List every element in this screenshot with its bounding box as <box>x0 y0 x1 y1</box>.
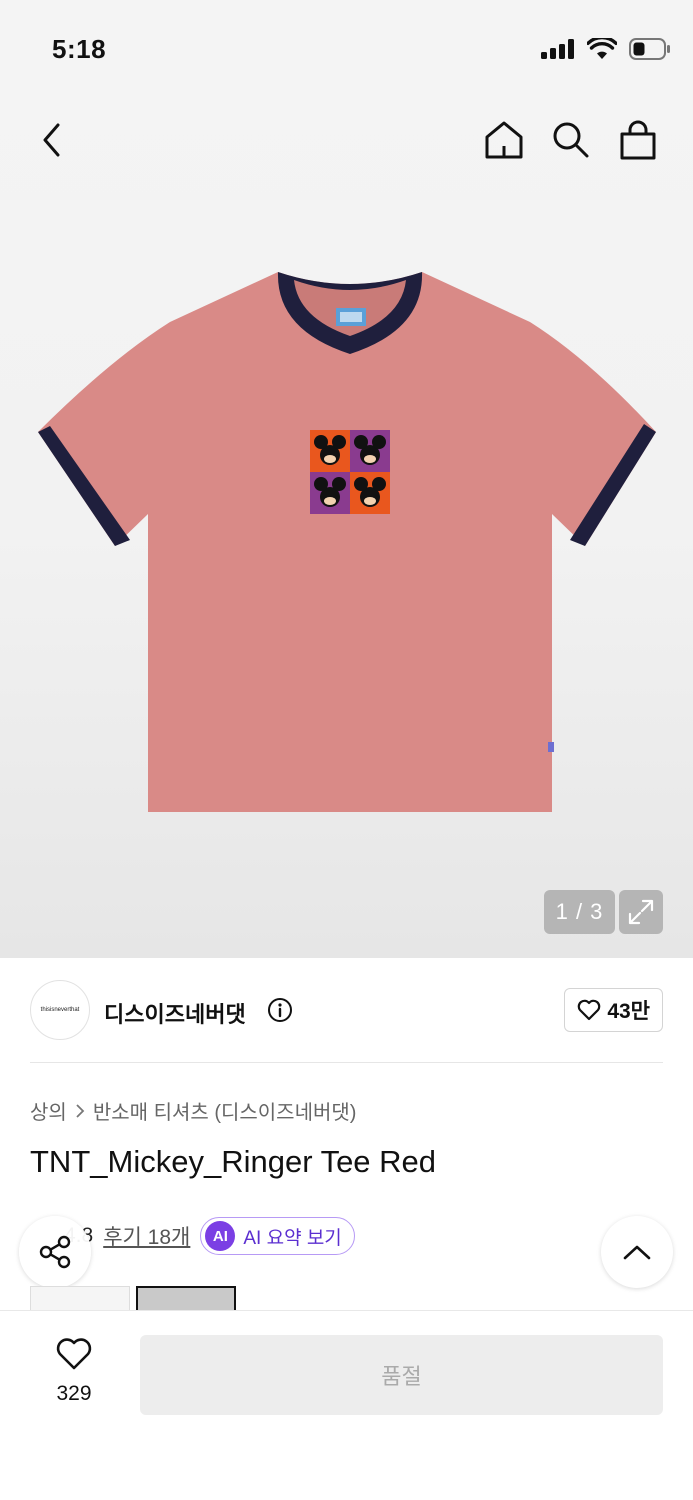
share-icon <box>39 1235 71 1269</box>
chevron-right-icon <box>76 1103 85 1118</box>
status-bar: 5:18 <box>0 0 693 100</box>
product-title: TNT_Mickey_Ringer Tee Red <box>30 1144 437 1179</box>
brand-like-button[interactable]: 43만 <box>564 988 663 1032</box>
color-option-thumbnails <box>30 1286 236 1310</box>
wishlist-count: 329 <box>56 1382 92 1405</box>
search-icon <box>553 122 589 158</box>
breadcrumb: 상의 반소매 티셔츠 (디스이즈네버댓) <box>30 1096 356 1125</box>
brand-logo-text: thisisneverthat <box>40 1007 80 1013</box>
home-icon <box>485 121 523 159</box>
image-counter: 1 / 3 <box>544 890 615 934</box>
home-button[interactable] <box>482 118 526 162</box>
ai-summary-button[interactable]: AI AI 요약 보기 <box>200 1217 355 1255</box>
divider <box>30 1062 663 1063</box>
info-icon <box>268 998 292 1022</box>
ai-summary-label: AI 요약 보기 <box>243 1227 342 1249</box>
heart-icon <box>56 1338 92 1370</box>
top-navigation <box>0 108 693 172</box>
search-button[interactable] <box>549 118 593 162</box>
chevron-up-icon <box>623 1245 651 1260</box>
scroll-to-top-button[interactable] <box>601 1216 673 1288</box>
back-button[interactable] <box>30 118 74 162</box>
brand-row: thisisneverthat 디스이즈네버댓 43만 <box>30 980 663 1042</box>
shopping-bag-icon <box>620 120 656 160</box>
color-option-thumbnail-selected[interactable] <box>136 1286 236 1310</box>
share-button[interactable] <box>19 1216 91 1288</box>
bottom-action-bar: 329 품절 <box>0 1310 693 1500</box>
breadcrumb-category[interactable]: 상의 <box>30 1096 67 1125</box>
ai-badge: AI <box>205 1221 236 1251</box>
wishlist-button[interactable]: 329 <box>40 1337 108 1406</box>
chevron-left-icon <box>43 123 60 157</box>
cellular-signal-icon <box>541 39 574 59</box>
cart-button[interactable] <box>616 118 660 162</box>
status-icons <box>541 38 671 60</box>
brand-name[interactable]: 디스이즈네버댓 <box>104 997 246 1029</box>
breadcrumb-subcategory[interactable]: 반소매 티셔츠 (디스이즈네버댓) <box>93 1096 357 1125</box>
battery-icon <box>629 38 670 60</box>
product-image-gallery[interactable]: 5:18 1 / 3 <box>0 0 693 958</box>
expand-image-button[interactable] <box>619 890 663 934</box>
product-photo-tshirt <box>38 272 656 812</box>
color-option-thumbnail[interactable] <box>30 1286 130 1310</box>
status-time: 5:18 <box>52 34 107 64</box>
heart-icon <box>578 999 601 1021</box>
brand-info-button[interactable] <box>267 997 293 1028</box>
sold-out-button: 품절 <box>140 1335 663 1415</box>
expand-icon <box>628 899 654 925</box>
wifi-icon <box>587 38 617 59</box>
brand-logo[interactable]: thisisneverthat <box>30 980 90 1040</box>
reviews-link[interactable]: 후기 18개 <box>103 1221 190 1251</box>
brand-like-count: 43만 <box>607 1000 650 1023</box>
